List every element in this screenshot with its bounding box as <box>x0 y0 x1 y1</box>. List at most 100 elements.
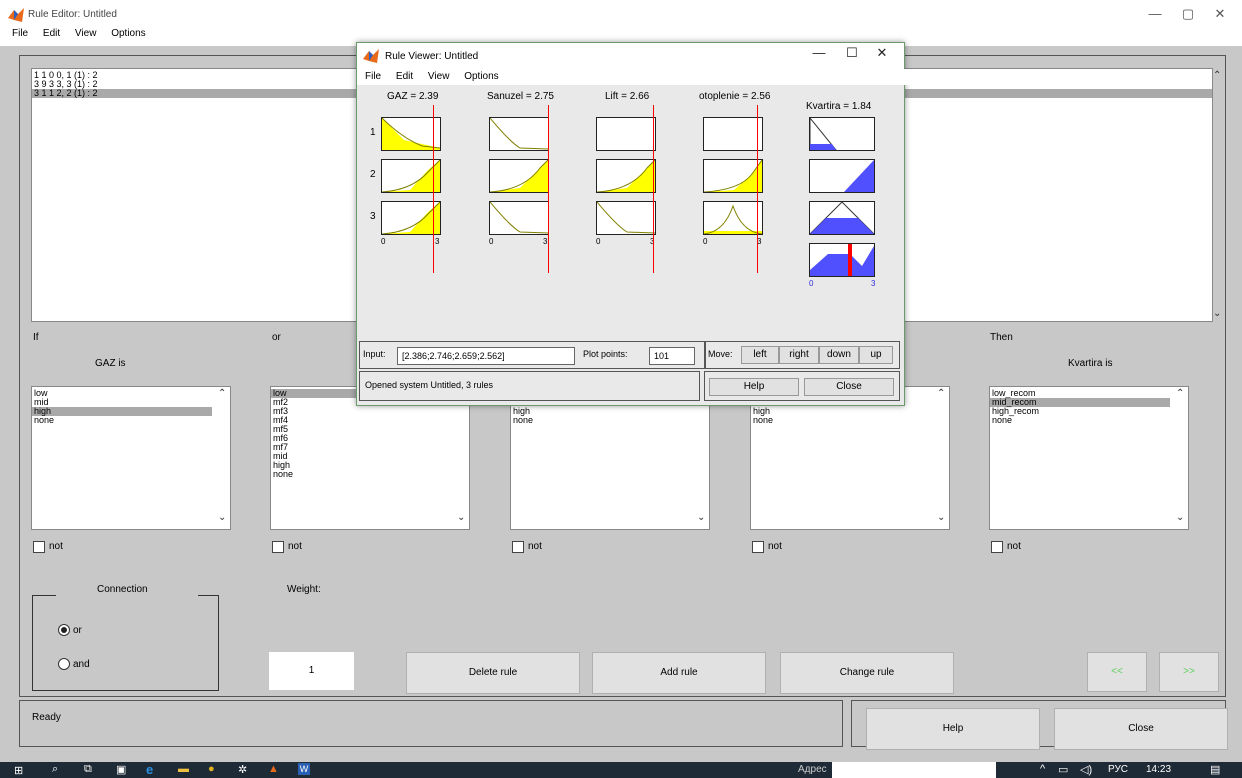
task-view-icon[interactable]: ⧉ <box>84 763 92 776</box>
sanuzel-listbox[interactable]: low mf2 mf3 mf4 mf5 mf6 mf7 mid high non… <box>270 386 470 530</box>
settings-gear-icon[interactable]: ✲ <box>238 763 247 776</box>
scroll-up-icon[interactable]: ⌃ <box>1176 388 1184 399</box>
list-item[interactable]: high_recom <box>990 407 1188 416</box>
move-up-button[interactable]: up <box>859 346 893 364</box>
delete-rule-button[interactable]: Delete rule <box>406 652 580 694</box>
input-vector-field[interactable]: [2.386;2.746;2.659;2.562] <box>397 347 575 365</box>
otoplenie-listbox[interactable]: low mid high none <box>750 386 950 530</box>
mf-plot <box>381 201 441 235</box>
scroll-down-icon[interactable]: ⌄ <box>218 512 226 523</box>
scroll-up-icon[interactable]: ⌃ <box>218 388 226 399</box>
chrome-icon[interactable]: ● <box>208 763 215 775</box>
lift-value-line[interactable] <box>653 105 654 273</box>
notifications-icon[interactable]: ▤ <box>1210 763 1220 776</box>
windows-start-icon[interactable]: ⊞ <box>14 764 23 777</box>
not-checkbox-sanuzel[interactable] <box>272 541 284 553</box>
viewer-menu-view[interactable]: View <box>428 71 450 82</box>
list-item[interactable]: mf3 <box>271 407 469 416</box>
not-checkbox-kvartira[interactable] <box>991 541 1003 553</box>
close-button[interactable]: Close <box>1054 708 1228 750</box>
kvartira-is-label: Kvartira is <box>1068 358 1113 369</box>
weight-input[interactable]: 1 <box>269 652 354 690</box>
list-item[interactable]: none <box>511 416 709 425</box>
list-item[interactable]: none <box>271 470 469 479</box>
volume-icon[interactable]: ◁) <box>1080 763 1092 776</box>
menu-view[interactable]: View <box>75 28 97 39</box>
viewer-menu-edit[interactable]: Edit <box>396 71 413 82</box>
scroll-down-icon[interactable]: ⌄ <box>937 512 945 523</box>
search-icon[interactable]: ⌕ <box>52 763 58 776</box>
viewer-menu-options[interactable]: Options <box>464 71 498 82</box>
list-item[interactable]: mid <box>32 398 230 407</box>
menu-edit[interactable]: Edit <box>43 28 60 39</box>
word-icon[interactable]: W <box>298 763 310 775</box>
rule-list-scroll-up-icon[interactable]: ⌃ <box>1213 70 1221 81</box>
not-checkbox-lift[interactable] <box>512 541 524 553</box>
gaz-listbox[interactable]: low mid high none <box>31 386 231 530</box>
axis-max: 3 <box>871 279 876 288</box>
add-rule-button[interactable]: Add rule <box>592 652 766 694</box>
not-label: not <box>528 541 542 552</box>
scroll-down-icon[interactable]: ⌄ <box>1176 512 1184 523</box>
list-item[interactable]: mf7 <box>271 443 469 452</box>
lift-listbox[interactable]: low mid high none <box>510 386 710 530</box>
move-down-button[interactable]: down <box>819 346 859 364</box>
list-item[interactable]: mf4 <box>271 416 469 425</box>
list-item[interactable]: high <box>751 407 949 416</box>
viewer-close-button[interactable]: Close <box>804 378 894 396</box>
rule-list-scroll-down-icon[interactable]: ⌄ <box>1213 308 1221 319</box>
edge-icon[interactable]: e <box>146 762 153 777</box>
scroll-down-icon[interactable]: ⌄ <box>697 512 705 523</box>
move-left-button[interactable]: left <box>741 346 779 364</box>
gaz-value-line[interactable] <box>433 105 434 273</box>
connection-label: Connection <box>97 584 148 595</box>
axis-max: 3 <box>435 237 440 246</box>
list-item[interactable]: mf5 <box>271 425 469 434</box>
input-label: Input: <box>363 349 386 359</box>
then-label: Then <box>990 332 1013 343</box>
viewer-menu-file[interactable]: File <box>365 71 381 82</box>
viewer-close-window-button[interactable]: ✕ <box>862 45 902 61</box>
mf-plot <box>596 201 656 235</box>
otoplenie-value-line[interactable] <box>757 105 758 273</box>
list-item[interactable]: high <box>511 407 709 416</box>
list-item[interactable]: mid <box>271 452 469 461</box>
prev-button[interactable]: << <box>1087 652 1147 692</box>
store-icon[interactable]: ▣ <box>116 763 126 776</box>
list-item[interactable]: mf6 <box>271 434 469 443</box>
move-right-button[interactable]: right <box>779 346 819 364</box>
output-plot <box>808 201 876 235</box>
kvartira-listbox[interactable]: low_recom mid_recom high_recom none <box>989 386 1189 530</box>
scroll-up-icon[interactable]: ⌃ <box>937 388 945 399</box>
radio-or[interactable] <box>58 624 70 636</box>
radio-and[interactable] <box>58 658 70 670</box>
next-button[interactable]: >> <box>1159 652 1219 692</box>
list-item-selected[interactable]: high <box>32 407 212 416</box>
chevron-up-icon[interactable]: ^ <box>1040 763 1045 775</box>
plot-points-field[interactable]: 101 <box>649 347 695 365</box>
clock[interactable]: 14:23 <box>1146 764 1171 775</box>
change-rule-button[interactable]: Change rule <box>780 652 954 694</box>
network-icon[interactable]: ▭ <box>1058 763 1068 776</box>
menu-file[interactable]: File <box>12 28 28 39</box>
list-item[interactable]: none <box>990 416 1188 425</box>
list-item[interactable]: low <box>32 389 230 398</box>
close-window-button[interactable]: ✕ <box>1200 6 1240 22</box>
menu-options[interactable]: Options <box>111 28 145 39</box>
folder-icon[interactable]: ▬ <box>178 763 189 775</box>
not-checkbox-gaz[interactable] <box>33 541 45 553</box>
list-item[interactable]: high <box>271 461 469 470</box>
not-checkbox-otoplenie[interactable] <box>752 541 764 553</box>
connection-group <box>32 595 219 691</box>
matlab-taskbar-icon[interactable]: ▲ <box>268 763 279 775</box>
list-item[interactable]: none <box>751 416 949 425</box>
help-button[interactable]: Help <box>866 708 1040 750</box>
viewer-help-button[interactable]: Help <box>709 378 799 396</box>
address-input[interactable] <box>832 762 996 778</box>
not-label: not <box>768 541 782 552</box>
list-item[interactable]: none <box>32 416 230 425</box>
language-indicator[interactable]: РУС <box>1108 764 1128 775</box>
mf-plot <box>703 117 763 151</box>
sanuzel-value-line[interactable] <box>548 105 549 273</box>
scroll-down-icon[interactable]: ⌄ <box>457 512 465 523</box>
